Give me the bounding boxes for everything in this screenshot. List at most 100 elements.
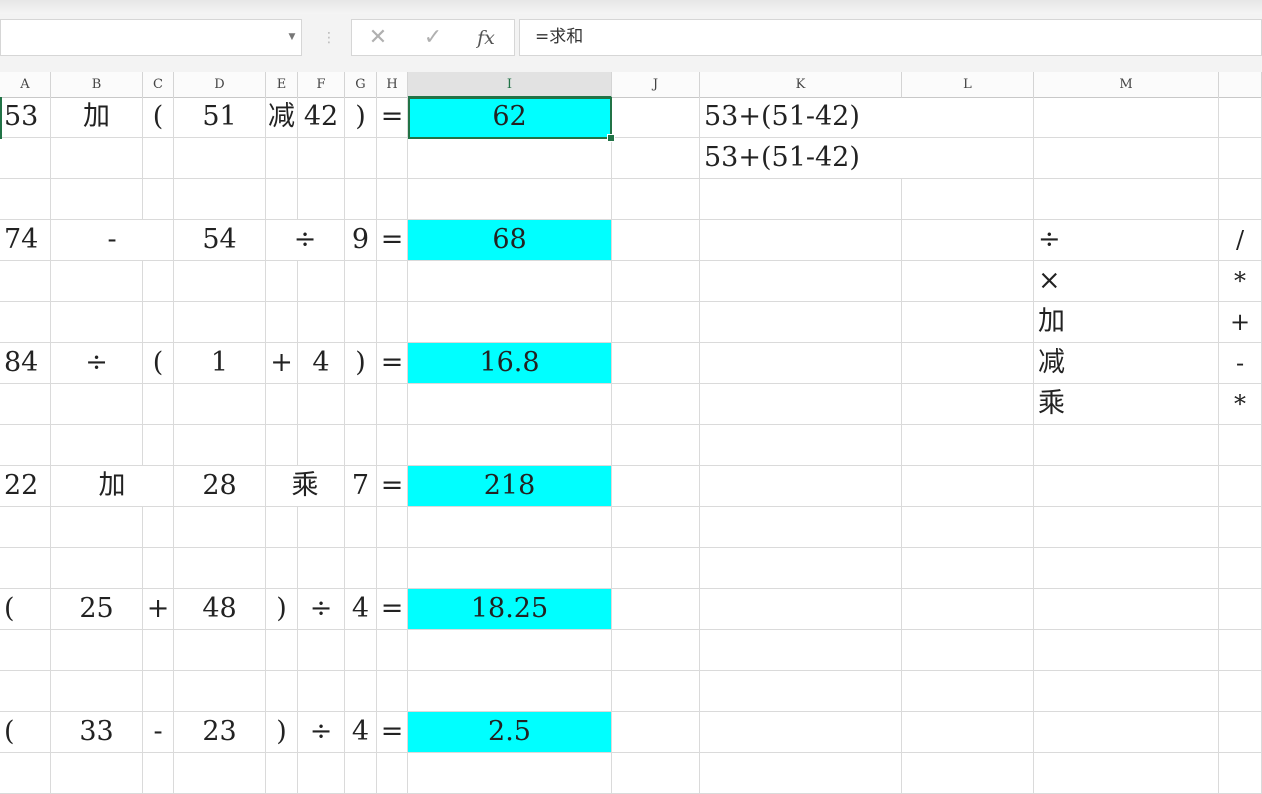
cell-l3[interactable] <box>902 179 1034 220</box>
cell-n8[interactable]: * <box>1219 384 1262 425</box>
cell-k4[interactable] <box>700 220 902 261</box>
column-header-blank[interactable] <box>1219 72 1262 98</box>
cell-h8[interactable] <box>377 384 408 425</box>
cell-h15[interactable] <box>377 671 408 712</box>
cell-b11[interactable] <box>51 507 143 548</box>
cell-g13[interactable]: 4 <box>345 589 377 630</box>
cell-j4[interactable] <box>612 220 700 261</box>
cell-b2[interactable] <box>51 138 143 179</box>
cell-k7[interactable] <box>700 343 902 384</box>
cell-c1[interactable]: ( <box>143 97 174 138</box>
cell-a12[interactable] <box>0 548 51 589</box>
cell-l11[interactable] <box>902 507 1034 548</box>
cell-k5[interactable] <box>700 261 902 302</box>
cell-k15[interactable] <box>700 671 902 712</box>
cell-f15[interactable] <box>298 671 345 712</box>
cell-m15[interactable] <box>1034 671 1219 712</box>
cell-g10[interactable]: 7 <box>345 466 377 507</box>
column-header-b[interactable]: B <box>51 72 143 98</box>
cell-b7[interactable]: ÷ <box>51 343 143 384</box>
cell-l10[interactable] <box>902 466 1034 507</box>
cell-m14[interactable] <box>1034 630 1219 671</box>
cell-b9[interactable] <box>51 425 143 466</box>
cell-f2[interactable] <box>298 138 345 179</box>
cell-e12[interactable] <box>266 548 298 589</box>
cell-a2[interactable] <box>0 138 51 179</box>
cell-n7[interactable]: - <box>1219 343 1262 384</box>
cell-m10[interactable] <box>1034 466 1219 507</box>
cell-d4[interactable]: 54 <box>174 220 266 261</box>
cell-d5[interactable] <box>174 261 266 302</box>
cell-k11[interactable] <box>700 507 902 548</box>
cell-h5[interactable] <box>377 261 408 302</box>
cell-d9[interactable] <box>174 425 266 466</box>
cell-e1[interactable]: 减 <box>266 97 298 138</box>
cell-b14[interactable] <box>51 630 143 671</box>
cell-c7[interactable]: ( <box>143 343 174 384</box>
cell-c8[interactable] <box>143 384 174 425</box>
cell-j3[interactable] <box>612 179 700 220</box>
cell-m2[interactable] <box>1034 138 1219 179</box>
cell-f9[interactable] <box>298 425 345 466</box>
cell-c13[interactable]: + <box>143 589 174 630</box>
cell-i15[interactable] <box>408 671 612 712</box>
cell-l8[interactable] <box>902 384 1034 425</box>
cell-h14[interactable] <box>377 630 408 671</box>
cell-d7[interactable]: 1 <box>174 343 266 384</box>
cell-h12[interactable] <box>377 548 408 589</box>
cell-j10[interactable] <box>612 466 700 507</box>
cell-h4[interactable]: = <box>377 220 408 261</box>
cell-c5[interactable] <box>143 261 174 302</box>
cell-f16[interactable]: ÷ <box>298 712 345 753</box>
cell-n10[interactable] <box>1219 466 1262 507</box>
cell-n1[interactable] <box>1219 97 1262 138</box>
cell-j9[interactable] <box>612 425 700 466</box>
grip-icon[interactable]: ⋮ <box>322 26 336 50</box>
cell-k8[interactable] <box>700 384 902 425</box>
cell-bc4[interactable]: - <box>51 220 174 261</box>
cell-e14[interactable] <box>266 630 298 671</box>
cell-i13[interactable]: 18.25 <box>408 589 612 630</box>
cell-m6[interactable]: 加 <box>1034 302 1219 343</box>
cell-j15[interactable] <box>612 671 700 712</box>
cell-k6[interactable] <box>700 302 902 343</box>
cell-c11[interactable] <box>143 507 174 548</box>
cell-d15[interactable] <box>174 671 266 712</box>
cell-f12[interactable] <box>298 548 345 589</box>
column-header-f[interactable]: F <box>298 72 345 98</box>
cell-a5[interactable] <box>0 261 51 302</box>
cell-h13[interactable]: = <box>377 589 408 630</box>
cell-m12[interactable] <box>1034 548 1219 589</box>
cell-d16[interactable]: 23 <box>174 712 266 753</box>
cell-j13[interactable] <box>612 589 700 630</box>
cell-n6[interactable]: + <box>1219 302 1262 343</box>
cell-n5[interactable]: * <box>1219 261 1262 302</box>
formula-input[interactable]: =求和 <box>519 19 1262 56</box>
cell-d3[interactable] <box>174 179 266 220</box>
cell-d13[interactable]: 48 <box>174 589 266 630</box>
cell-e3[interactable] <box>266 179 298 220</box>
cell-ef10[interactable]: 乘 <box>266 466 345 507</box>
cell-ef4[interactable]: ÷ <box>266 220 345 261</box>
name-box[interactable] <box>0 19 302 56</box>
cell-i3[interactable] <box>408 179 612 220</box>
cell-i7[interactable]: 16.8 <box>408 343 612 384</box>
cell-j5[interactable] <box>612 261 700 302</box>
cell-g16[interactable]: 4 <box>345 712 377 753</box>
cell-k3[interactable] <box>700 179 902 220</box>
cell-b1[interactable]: 加 <box>51 97 143 138</box>
cell-n9[interactable] <box>1219 425 1262 466</box>
cell-h1[interactable]: = <box>377 97 408 138</box>
cell-a16[interactable]: ( <box>0 712 51 753</box>
cell-e16[interactable]: ) <box>266 712 298 753</box>
cell-f14[interactable] <box>298 630 345 671</box>
cell-i10[interactable]: 218 <box>408 466 612 507</box>
cell-l15[interactable] <box>902 671 1034 712</box>
cell-j8[interactable] <box>612 384 700 425</box>
cell-c14[interactable] <box>143 630 174 671</box>
cell-e5[interactable] <box>266 261 298 302</box>
cell-k9[interactable] <box>700 425 902 466</box>
cell-f13[interactable]: ÷ <box>298 589 345 630</box>
cell-m13[interactable] <box>1034 589 1219 630</box>
cell-g9[interactable] <box>345 425 377 466</box>
